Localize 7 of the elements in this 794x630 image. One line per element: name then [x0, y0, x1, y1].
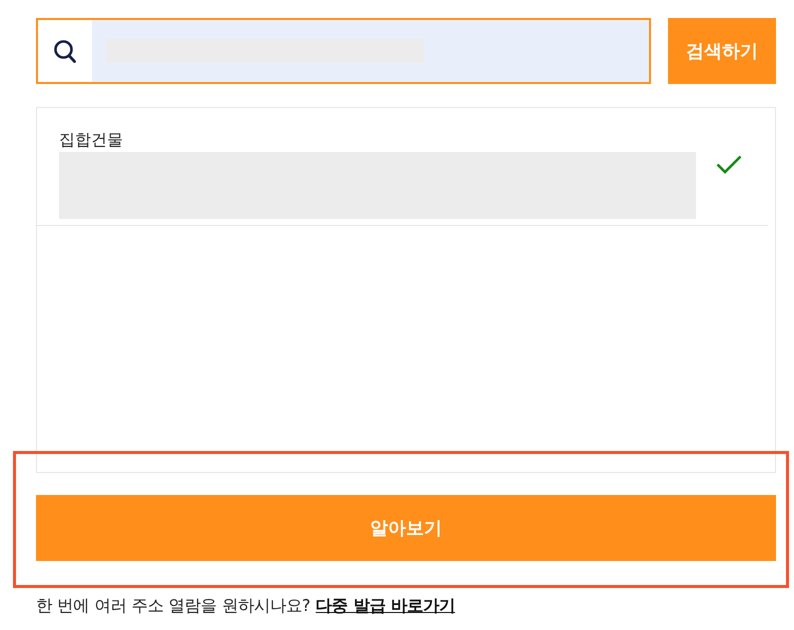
multi-issue-link[interactable]: 다중 발급 바로가기: [316, 596, 456, 615]
search-field[interactable]: [36, 18, 651, 84]
check-icon: [716, 155, 742, 174]
question-text: 한 번에 여러 주소 열람을 원하시나요?: [36, 596, 311, 615]
result-item[interactable]: 집합건물: [37, 108, 768, 226]
search-icon: [54, 40, 76, 62]
result-category: 집합건물: [59, 130, 123, 150]
